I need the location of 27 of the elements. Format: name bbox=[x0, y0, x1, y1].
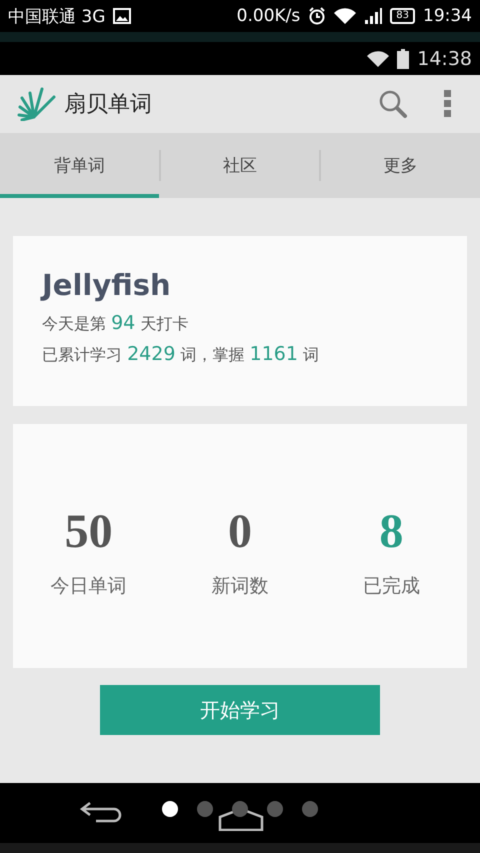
stat-value: 0 bbox=[228, 504, 252, 558]
user-name: Jellyfish bbox=[42, 268, 172, 302]
stat-label: 新词数 bbox=[211, 574, 268, 598]
signal-icon bbox=[364, 8, 382, 24]
battery-icon bbox=[397, 48, 410, 68]
tab[interactable]: 更多 bbox=[321, 133, 480, 198]
carrier-text: 中国联通 3G bbox=[8, 6, 106, 28]
back-icon[interactable] bbox=[80, 801, 122, 825]
wifi-icon bbox=[367, 50, 390, 66]
app-title: 扇贝单词 bbox=[64, 91, 152, 119]
stat-value: 8 bbox=[379, 504, 404, 558]
search-icon bbox=[378, 89, 408, 119]
clock: 14:38 bbox=[417, 48, 472, 70]
image-icon bbox=[113, 8, 132, 24]
wifi-icon bbox=[334, 8, 356, 24]
stat-value: 50 bbox=[64, 504, 113, 558]
alarm-icon bbox=[308, 7, 326, 25]
logo-icon bbox=[16, 87, 56, 121]
progress-text: 已累计学习 2429 词，掌握 1161 词 bbox=[42, 343, 320, 366]
stat-label: 已完成 bbox=[362, 574, 420, 598]
tab[interactable]: 社区 bbox=[160, 133, 320, 198]
network-speed: 0.00K/s bbox=[236, 6, 300, 26]
more-icon bbox=[444, 90, 452, 118]
clock: 19:34 bbox=[423, 6, 472, 26]
battery-level: 83 bbox=[390, 8, 415, 24]
stat-label: 今日单词 bbox=[50, 574, 127, 598]
checkin-text: 今天是第 94 天打卡 bbox=[42, 312, 190, 335]
